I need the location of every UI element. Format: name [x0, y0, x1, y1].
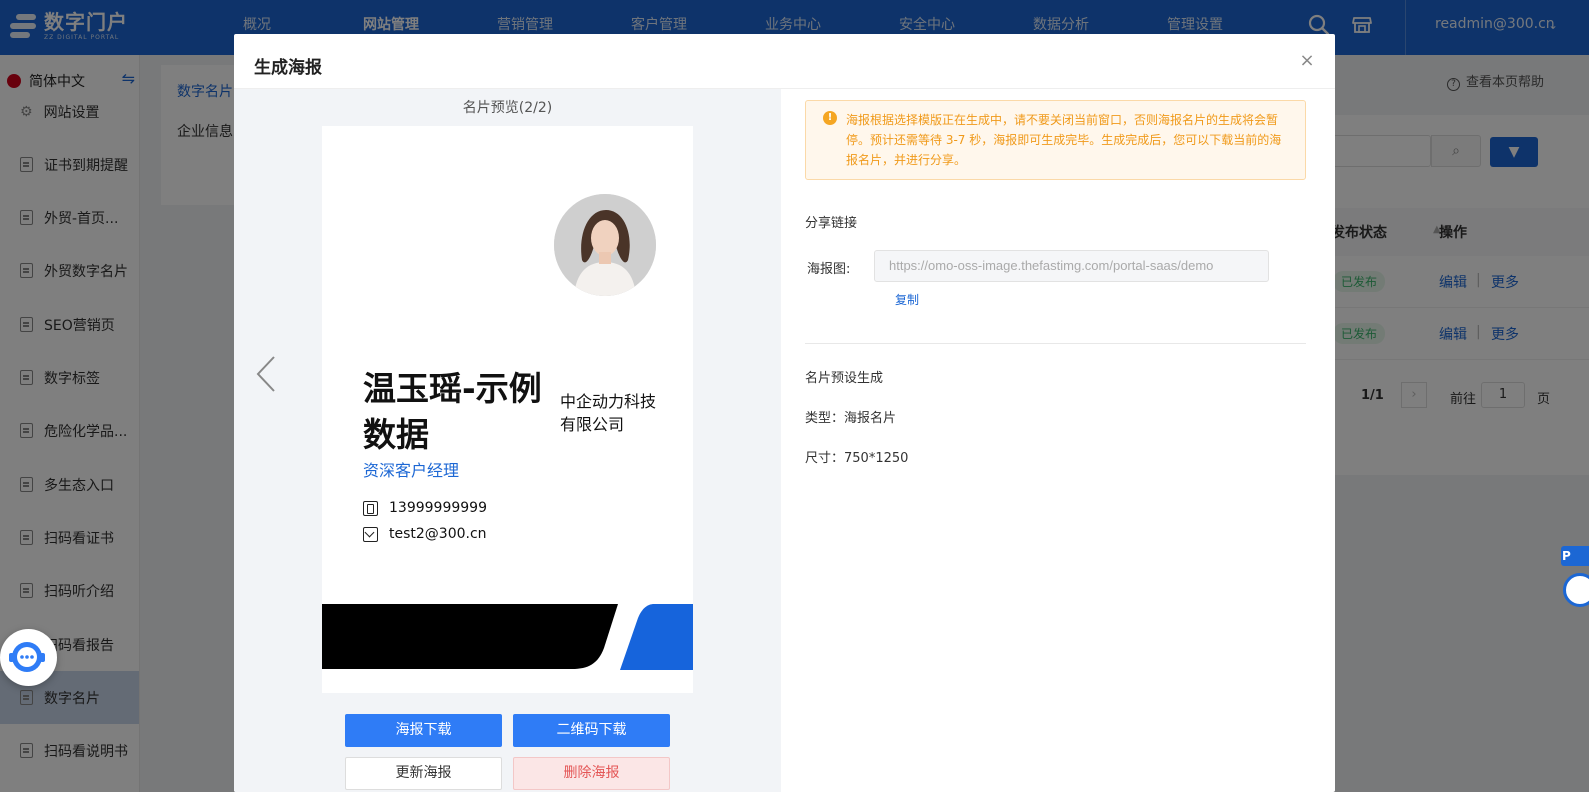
- customer-service-button[interactable]: [0, 629, 57, 686]
- update-poster-button[interactable]: 更新海报: [345, 757, 502, 790]
- card-footer-decoration: [322, 604, 693, 670]
- copy-link-button[interactable]: 复制: [895, 291, 919, 308]
- mail-icon: [363, 526, 378, 542]
- download-poster-button[interactable]: 海报下载: [345, 714, 502, 747]
- delete-poster-button[interactable]: 删除海报: [513, 757, 670, 790]
- card-phone-row: 13999999999: [363, 500, 487, 516]
- section-divider: [805, 343, 1306, 344]
- edge-widget-tab[interactable]: P: [1561, 546, 1589, 566]
- generate-poster-dialog: 生成海报 × 名片预览(2/2) 温玉瑶-示例数据 中企动力科技有限公司 资深客…: [234, 34, 1335, 792]
- phone-icon: [363, 500, 378, 516]
- poster-info-pane: ! 海报根据选择模版正在生成中，请不要关闭当前窗口，否则海报名片的生成将会暂停。…: [781, 89, 1335, 792]
- card-email: test2@300.cn: [389, 526, 487, 542]
- card-company: 中企动力科技有限公司: [560, 392, 657, 434]
- preview-label: 名片预览(2/2): [462, 100, 553, 116]
- dialog-title: 生成海报: [254, 58, 322, 78]
- portrait-image: [554, 194, 656, 296]
- edge-widget-button[interactable]: [1563, 573, 1589, 607]
- warning-icon: !: [823, 111, 837, 125]
- download-qr-button[interactable]: 二维码下载: [513, 714, 670, 747]
- business-card-preview: 温玉瑶-示例数据 中企动力科技有限公司 资深客户经理 13999999999 t…: [322, 126, 693, 693]
- card-name: 温玉瑶-示例数据: [363, 369, 542, 454]
- chat-bubble-icon: [9, 642, 45, 672]
- generation-warning-alert: ! 海报根据选择模版正在生成中，请不要关闭当前窗口，否则海报名片的生成将会暂停。…: [805, 100, 1306, 180]
- chevron-left-icon[interactable]: [254, 354, 278, 394]
- avatar: [554, 194, 656, 296]
- card-job-title: 资深客户经理: [363, 461, 460, 480]
- poster-url-field[interactable]: https://omo-oss-image.thefastimg.com/por…: [874, 250, 1269, 282]
- share-link-section-title: 分享链接: [805, 216, 858, 231]
- card-preview-pane: 名片预览(2/2) 温玉瑶-示例数据 中企动力科技有限公司 资深客户经理 139…: [234, 89, 781, 792]
- close-icon[interactable]: ×: [1298, 52, 1316, 70]
- dialog-header: 生成海报 ×: [234, 34, 1335, 89]
- card-size-text: 尺寸：750*1250: [805, 451, 909, 466]
- card-type-text: 类型：海报名片: [805, 411, 897, 426]
- card-email-row: test2@300.cn: [363, 526, 487, 542]
- poster-url-label: 海报图:: [807, 262, 851, 277]
- card-phone: 13999999999: [389, 500, 487, 516]
- alert-message: 海报根据选择模版正在生成中，请不要关闭当前窗口，否则海报名片的生成将会暂停。预计…: [846, 113, 1282, 167]
- preset-section-title: 名片预设生成: [805, 371, 884, 386]
